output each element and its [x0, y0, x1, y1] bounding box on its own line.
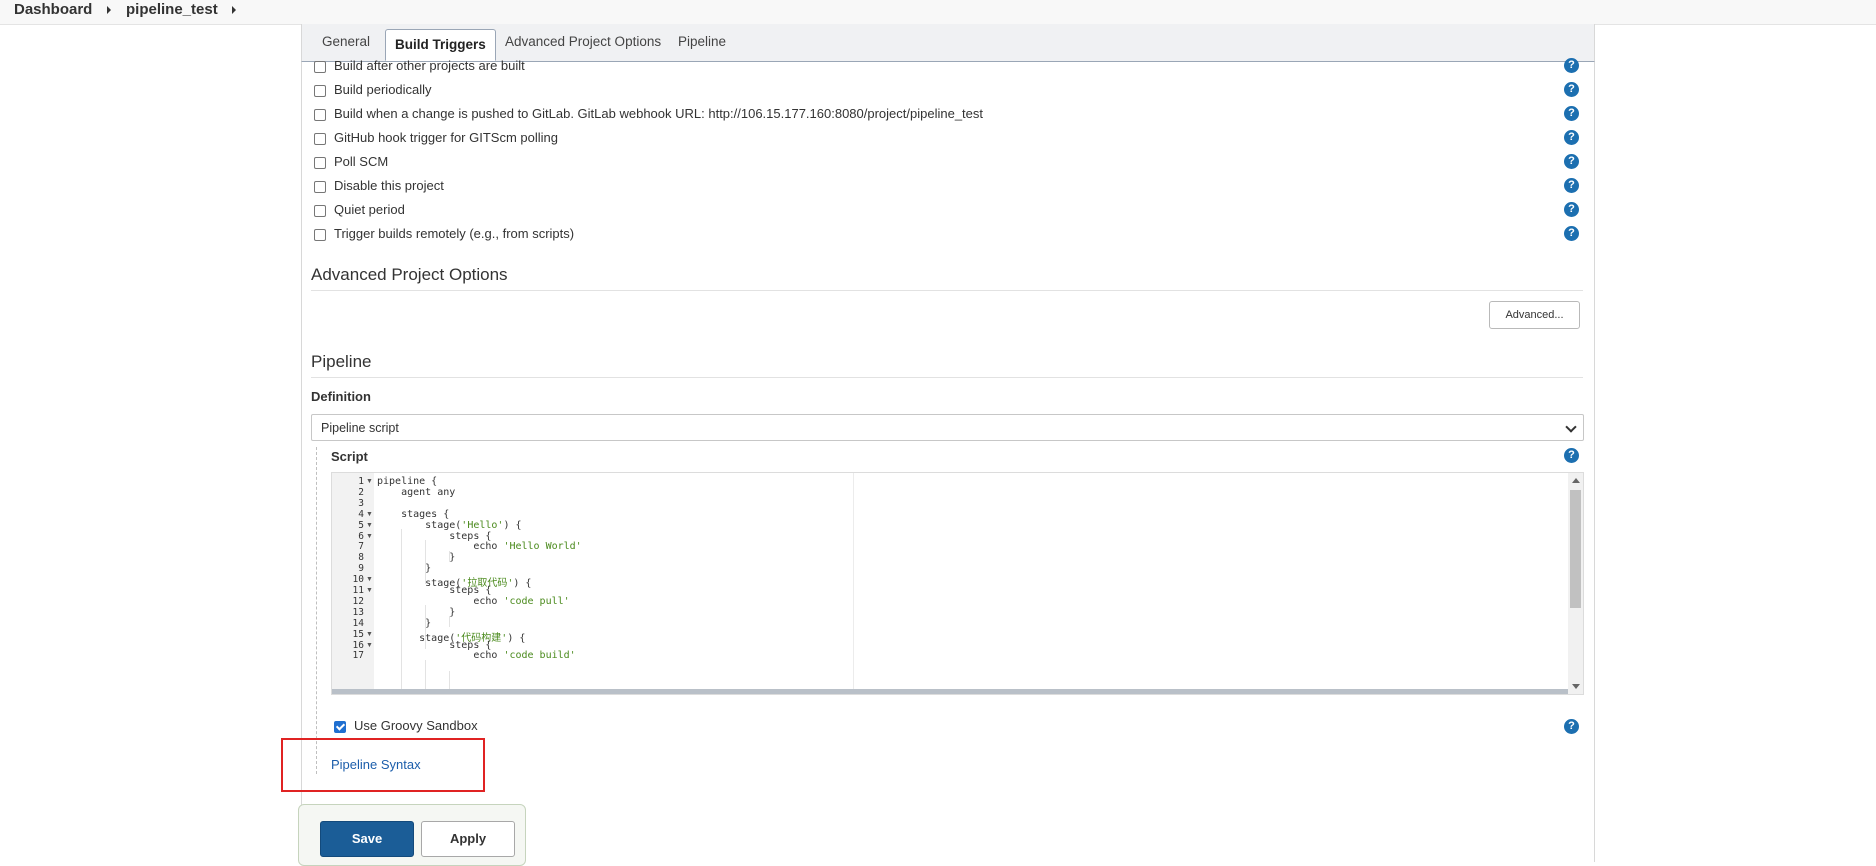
- print-margin: [853, 473, 854, 693]
- line-number: 8: [358, 552, 364, 564]
- code-line: steps {: [377, 639, 492, 651]
- code-line: pipeline {: [377, 476, 438, 487]
- trigger-checkbox[interactable]: [314, 61, 326, 73]
- trigger-label: Disable this project: [334, 178, 444, 193]
- line-number: 3: [358, 497, 364, 509]
- trigger-checkbox[interactable]: [314, 205, 326, 217]
- tab-build-triggers[interactable]: Build Triggers: [385, 29, 496, 61]
- line-number: 7: [358, 541, 364, 553]
- tab-pipeline[interactable]: Pipeline: [678, 34, 726, 49]
- trigger-checkbox[interactable]: [314, 109, 326, 121]
- config-panel: [301, 24, 1595, 862]
- definition-label: Definition: [311, 389, 371, 404]
- fold-toggle-icon[interactable]: ▼: [366, 522, 373, 529]
- code-line: }: [377, 617, 432, 629]
- caret-right-icon[interactable]: [232, 6, 236, 14]
- script-editor[interactable]: 1 ▼ pipeline {2 agent any 3 4 ▼ stages {5 ▼ st…: [331, 472, 1584, 695]
- breadcrumb-pipeline-test[interactable]: pipeline_test: [126, 0, 218, 20]
- line-number: 9: [358, 563, 364, 575]
- line-number: 15: [352, 628, 364, 640]
- section-divider: [311, 377, 1583, 378]
- line-number: 14: [352, 617, 364, 629]
- question-mark-help-icon[interactable]: ?: [1564, 719, 1579, 734]
- line-number: 5: [358, 519, 364, 531]
- line-number: 12: [352, 595, 364, 607]
- breadcrumb-bar: Dashboard pipeline_test: [0, 0, 1876, 25]
- nested-indent-guide: [316, 447, 317, 774]
- section-title-advanced: Advanced Project Options: [311, 265, 508, 284]
- line-number: 2: [358, 486, 364, 498]
- code-line: steps {: [377, 530, 492, 542]
- groovy-sandbox-label: Use Groovy Sandbox: [354, 718, 478, 733]
- tab-advanced-project-options[interactable]: Advanced Project Options: [505, 34, 661, 49]
- trigger-label: Build periodically: [334, 82, 432, 97]
- trigger-label: Build when a change is pushed to GitLab.…: [334, 106, 984, 121]
- line-number: 16: [352, 639, 364, 651]
- section-divider: [311, 290, 1583, 291]
- code-line: }: [377, 606, 456, 618]
- question-mark-help-icon[interactable]: ?: [1564, 58, 1579, 73]
- trigger-checkbox[interactable]: [314, 229, 326, 241]
- question-mark-help-icon[interactable]: ?: [1564, 154, 1579, 169]
- section-title-pipeline: Pipeline: [311, 352, 372, 371]
- groovy-sandbox-checkbox[interactable]: [334, 721, 346, 733]
- trigger-checkbox[interactable]: [314, 85, 326, 97]
- question-mark-help-icon[interactable]: ?: [1564, 448, 1579, 463]
- trigger-checkbox[interactable]: [314, 157, 326, 169]
- caret-right-icon[interactable]: [107, 6, 111, 14]
- scroll-down-arrow-icon[interactable]: [1572, 684, 1580, 689]
- save-button[interactable]: Save: [320, 821, 414, 857]
- trigger-label: Build after other projects are built: [334, 58, 525, 73]
- trigger-label: Quiet period: [334, 202, 405, 217]
- code-line: stages {: [377, 508, 450, 520]
- trigger-checkbox[interactable]: [314, 133, 326, 145]
- fold-toggle-icon[interactable]: ▼: [366, 576, 373, 583]
- fold-toggle-icon[interactable]: ▼: [366, 533, 373, 540]
- config-tabs: General Build Triggers Advanced Project …: [301, 24, 1595, 62]
- apply-button[interactable]: Apply: [421, 821, 515, 857]
- fold-toggle-icon[interactable]: ▼: [366, 642, 373, 649]
- definition-select-value: Pipeline script: [321, 421, 399, 435]
- question-mark-help-icon[interactable]: ?: [1564, 82, 1579, 97]
- fold-toggle-icon[interactable]: ▼: [366, 478, 373, 485]
- line-number: 6: [358, 530, 364, 542]
- code-line: }: [377, 563, 432, 575]
- line-number: 10: [352, 574, 364, 586]
- trigger-label: GitHub hook trigger for GITScm polling: [334, 130, 558, 145]
- fold-toggle-icon[interactable]: ▼: [366, 631, 373, 638]
- line-number: 17: [352, 650, 364, 662]
- code-line: stage('Hello') {: [377, 519, 522, 531]
- trigger-label: Poll SCM: [334, 154, 389, 169]
- question-mark-help-icon[interactable]: ?: [1564, 202, 1579, 217]
- code-line: echo 'Hello World': [377, 541, 582, 553]
- line-number: 13: [352, 606, 364, 618]
- line-number: 4: [358, 508, 364, 520]
- scroll-up-arrow-icon[interactable]: [1572, 478, 1580, 483]
- question-mark-help-icon[interactable]: ?: [1564, 106, 1579, 121]
- code-line: echo 'code build': [377, 650, 576, 662]
- line-number: 11: [352, 585, 364, 596]
- advanced-button[interactable]: Advanced...: [1489, 301, 1580, 329]
- code-line: echo 'code pull': [377, 595, 570, 607]
- question-mark-help-icon[interactable]: ?: [1564, 226, 1579, 241]
- question-mark-help-icon[interactable]: ?: [1564, 130, 1579, 145]
- code-line: agent any: [377, 486, 456, 498]
- chevron-down-icon: [1565, 421, 1577, 433]
- code-line: steps {: [377, 585, 492, 596]
- script-label: Script: [331, 449, 368, 464]
- tab-general[interactable]: General: [322, 34, 370, 49]
- scroll-thumb[interactable]: [1570, 490, 1581, 608]
- fold-toggle-icon[interactable]: ▼: [366, 511, 373, 518]
- trigger-label: Trigger builds remotely (e.g., from scri…: [334, 226, 575, 241]
- question-mark-help-icon[interactable]: ?: [1564, 178, 1579, 193]
- definition-select[interactable]: Pipeline script: [311, 414, 1584, 441]
- code-line: }: [377, 552, 456, 564]
- fold-toggle-icon[interactable]: ▼: [366, 587, 373, 594]
- breadcrumb-dashboard[interactable]: Dashboard: [14, 0, 92, 20]
- line-number: 1: [358, 476, 364, 487]
- editor-horizontal-scrollbar[interactable]: [332, 689, 1569, 694]
- editor-vertical-scrollbar[interactable]: [1568, 473, 1583, 694]
- annotation-highlight-box: [281, 738, 485, 792]
- trigger-checkbox[interactable]: [314, 181, 326, 193]
